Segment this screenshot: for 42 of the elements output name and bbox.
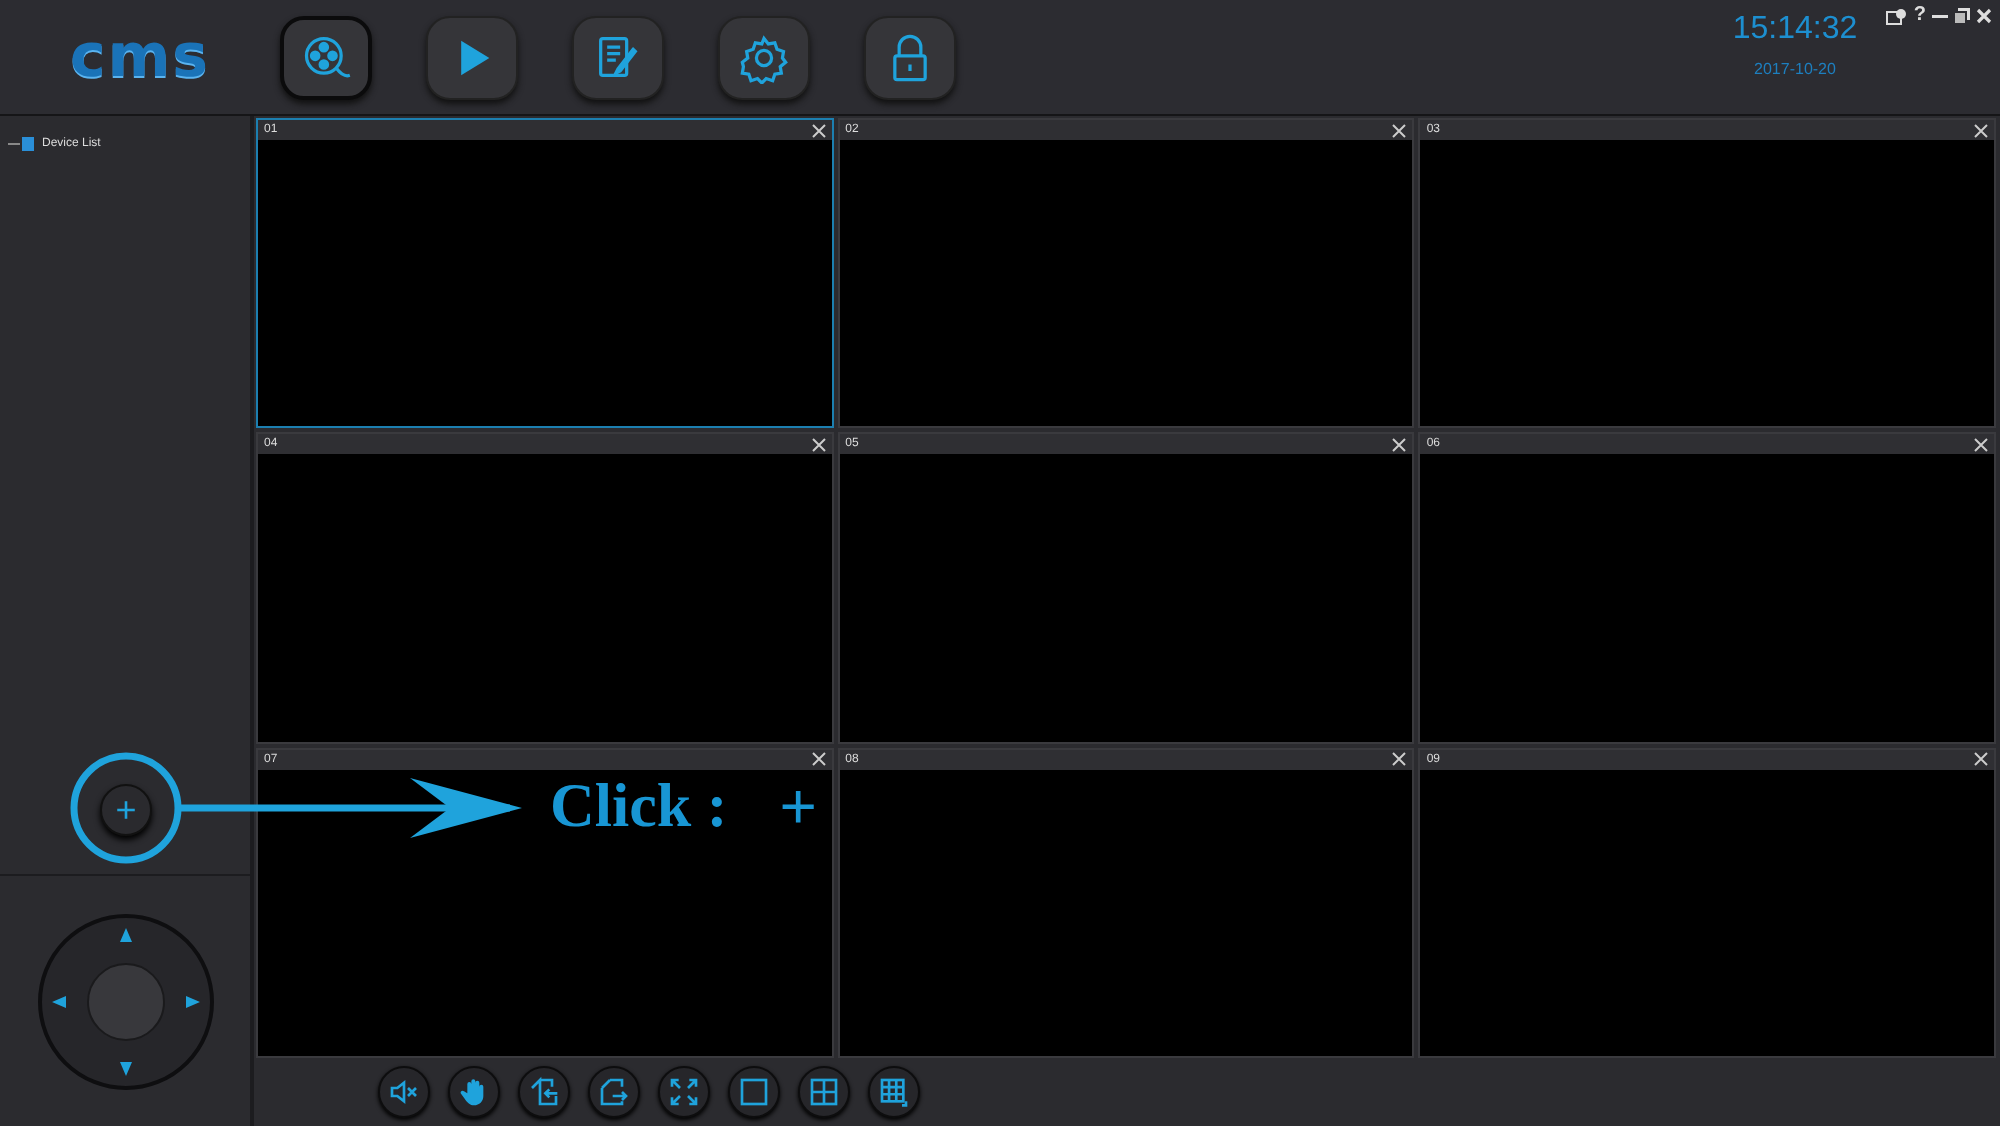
fullscreen-icon: [668, 1076, 700, 1108]
mute-icon: [388, 1076, 420, 1108]
nav-button[interactable]: [572, 15, 664, 99]
toolbar-button[interactable]: [798, 1066, 850, 1118]
device-folder-icon: [8, 136, 36, 152]
toolbar-button[interactable]: [378, 1066, 430, 1118]
film-reel-icon: [300, 31, 352, 83]
camera-icon[interactable]: [1885, 7, 1908, 25]
folder-arrow-right-icon: [598, 1076, 630, 1108]
nine-view-icon: [878, 1076, 910, 1108]
close-icon[interactable]: [1392, 752, 1407, 767]
restore-icon[interactable]: [1954, 8, 1970, 24]
help-button[interactable]: ?: [1913, 6, 1926, 26]
nav-button[interactable]: [280, 15, 372, 99]
nav-button[interactable]: [426, 15, 518, 99]
settings-icon: [738, 31, 790, 83]
close-icon[interactable]: [1392, 123, 1407, 137]
quad-view-icon: [808, 1076, 840, 1108]
clock-date: 2017-10-20: [1754, 60, 1836, 78]
single-view-icon: [738, 1076, 770, 1108]
nav-button[interactable]: [718, 15, 810, 99]
click-instruction: Click :: [550, 770, 728, 842]
close-icon[interactable]: [1392, 437, 1407, 452]
folder-arrow-left-icon: [528, 1076, 560, 1108]
close-icon[interactable]: [1973, 437, 1988, 452]
close-icon[interactable]: [811, 752, 826, 767]
toolbar-button[interactable]: [448, 1066, 500, 1118]
close-icon[interactable]: [1976, 8, 1992, 24]
toolbar-button[interactable]: [658, 1066, 710, 1118]
toolbar-button[interactable]: [728, 1066, 780, 1118]
clock-time: 15:14:32: [1732, 12, 1858, 48]
nav-button[interactable]: [864, 15, 956, 99]
close-icon[interactable]: [1973, 123, 1988, 137]
toolbar-button[interactable]: [588, 1066, 640, 1118]
toolbar-button[interactable]: [518, 1066, 570, 1118]
toolbar-button[interactable]: [868, 1066, 920, 1118]
close-icon[interactable]: [811, 123, 826, 137]
close-icon[interactable]: [1973, 752, 1988, 767]
close-icon[interactable]: [811, 437, 826, 452]
add-button[interactable]: +: [100, 784, 152, 836]
cms-logo: cms: [68, 22, 212, 92]
plus-symbol: +: [779, 776, 817, 836]
